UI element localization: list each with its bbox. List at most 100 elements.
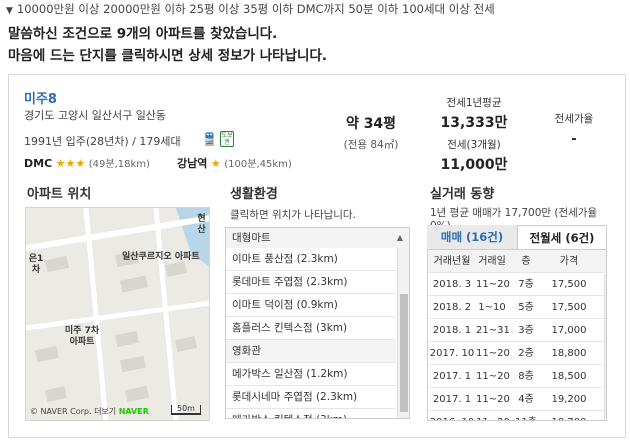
chevron-up-icon[interactable]: ▲	[397, 228, 403, 248]
deal-price: 18,500	[551, 371, 587, 382]
apartment-name[interactable]: 미주8	[24, 88, 57, 107]
deal-month: 2017. 1	[432, 394, 472, 405]
environment-hint: 클릭하면 위치가 나타납니다.	[230, 209, 356, 221]
commute-destination: DMC	[24, 157, 53, 170]
commute-meta: (100분,45km)	[224, 159, 292, 170]
map-credit-text: © NAVER Corp.	[30, 407, 92, 416]
deal-day: 11~20	[476, 279, 510, 290]
environment-scrollbar-thumb[interactable]	[400, 294, 408, 412]
deal-summary-line1: 1년 평균 매매가 17,700만 (전세가율	[430, 207, 598, 219]
environment-category-label: 대형마트	[232, 232, 271, 244]
table-row: 2018. 2 1~10 5층 17,500	[428, 296, 606, 319]
deal-price: 18,700	[544, 411, 594, 420]
deal-day: 1~10	[478, 302, 506, 313]
map-scale: 50m	[171, 405, 201, 415]
deal-month: 2018. 3	[432, 279, 472, 290]
list-item[interactable]: 홈플러스 킨텍스점 (3km)	[226, 317, 396, 340]
column-header: 거래일	[478, 256, 506, 267]
map-label-eun1: 은1차	[28, 254, 44, 275]
section-title-location: 아파트 위치	[27, 187, 92, 202]
table-row: 2017. 1 11~20 8층 18,500	[428, 365, 606, 388]
apartment-built-info: 1991년 입주(28년차) / 179세대	[24, 135, 181, 148]
list-item[interactable]: 메가박스 일산점 (1.2km)	[226, 363, 396, 386]
table-row: 2016. 1011~2011층18,700	[428, 411, 606, 420]
apartment-detail-panel: 미주8 경기도 고양시 일산서구 일산동 1991년 입주(28년차) / 17…	[8, 74, 626, 438]
naver-logo: NAVER	[118, 407, 149, 416]
environment-list[interactable]: 대형마트 ▲ 이마트 풍산점 (2.3km) 롯데마트 주엽점 (2.3km) 이마…	[225, 227, 410, 419]
list-item[interactable]: 이마트 덕이점 (0.9km)	[226, 294, 396, 317]
map-credit: © NAVER Corp. 더보기 NAVER	[30, 406, 149, 417]
list-item[interactable]: 메가박스 킨텍스점 (3km)	[226, 409, 396, 418]
deal-floor: 3층	[518, 325, 534, 336]
jeonse-prices: 전세1년평균 13,333만 전세(3개월) 11,000만	[429, 95, 519, 179]
column-header: 가격	[559, 256, 579, 267]
column-header: 층	[521, 256, 531, 267]
jeonse-ratio: 전세가율 -	[539, 111, 609, 147]
table-row: 2017. 10 11~20 2층 18,800	[428, 342, 606, 365]
train-icon: 🚆	[202, 132, 217, 146]
star-rating-icon: ★	[210, 157, 221, 170]
commute-gangnam: 강남역 ★ (100분,45km)	[177, 155, 292, 171]
section-title-deals: 실거래 동향	[430, 187, 495, 202]
map-more-link[interactable]: 더보기	[94, 407, 116, 416]
deal-price: 17,500	[551, 302, 587, 313]
walking-distance-badge-icon: 도보권	[220, 131, 234, 147]
deal-rows: 2018. 3 11~20 7층 17,500 2018. 2 1~10 5층 17,500 2…	[428, 273, 606, 420]
star-rating-icon: ★★★	[55, 157, 86, 170]
jeonse-avg-value: 13,333만	[440, 115, 508, 131]
deal-month: 2017. 1	[432, 371, 472, 382]
table-row: 2018. 1 21~31 3층 17,000	[428, 319, 606, 342]
commute-destination: 강남역	[177, 157, 208, 170]
environment-category-header: 영화관	[226, 340, 396, 363]
tab-sale[interactable]: 매매 (16건)	[427, 225, 517, 249]
section-title-environment: 생활환경	[230, 187, 278, 202]
environment-items: 이마트 풍산점 (2.3km) 롯데마트 주엽점 (2.3km) 이마트 덕이점 (…	[226, 248, 409, 418]
deal-day: 11~20	[476, 411, 510, 420]
deal-price: 17,000	[551, 325, 587, 336]
area-pyeong: 약 34평	[345, 116, 397, 132]
map-label-hyeonsan: 현산	[197, 214, 206, 235]
environment-scrollbar[interactable]	[397, 248, 409, 418]
table-row: 2017. 1 11~20 4층 19,200	[428, 388, 606, 411]
jeonse-3m-label: 전세(3개월)	[447, 139, 501, 151]
deal-floor: 5층	[518, 302, 534, 313]
deal-table[interactable]: 거래년월 거래일 층 가격 2018. 3 11~20 7층 17,500 2018. …	[427, 249, 607, 421]
deal-tabs: 매매 (16건) 전월세 (6건)	[427, 225, 607, 249]
area-exclusive: (전용 84㎡)	[343, 139, 399, 151]
deal-month: 2016. 10	[428, 411, 476, 420]
apartment-area: 약 34평 (전용 84㎡)	[331, 113, 411, 152]
map-label-ilsan-kurzio: 일산쿠르지오 아파트	[122, 252, 200, 262]
deal-month: 2018. 2	[432, 302, 472, 313]
deal-price: 19,200	[551, 394, 587, 405]
map-graphic	[26, 208, 209, 420]
commute-meta: (49분,18km)	[88, 159, 150, 170]
deal-day: 11~20	[476, 371, 510, 382]
deal-floor: 2층	[518, 348, 534, 359]
jeonse-3m-value: 11,000만	[440, 157, 508, 173]
deal-table-header: 거래년월 거래일 층 가격	[428, 250, 606, 273]
jeonse-ratio-value: -	[571, 132, 577, 147]
apartment-address: 경기도 고양시 일산서구 일산동	[24, 109, 167, 122]
list-item[interactable]: 롯데마트 주엽점 (2.3km)	[226, 271, 396, 294]
apartment-map[interactable]: 일산쿠르지오 아파트 미주 7차아파트 현산 은1차 © NAVER Corp.…	[25, 207, 210, 421]
deal-floor: 8층	[518, 371, 534, 382]
list-item[interactable]: 롯데시네마 주엽점 (2.3km)	[226, 386, 396, 409]
jeonse-ratio-label: 전세가율	[554, 113, 594, 125]
tab-rent[interactable]: 전월세 (6건)	[517, 225, 607, 249]
environment-category-dropdown[interactable]: 대형마트 ▲	[226, 228, 409, 248]
map-label-miju7: 미주 7차아파트	[64, 326, 100, 347]
jeonse-avg-label: 전세1년평균	[446, 97, 502, 109]
result-message: 말씀하신 조건으로 9개의 아파트를 찾았습니다.	[8, 26, 278, 42]
deal-day: 11~20	[476, 348, 510, 359]
deal-month: 2017. 10	[429, 348, 475, 359]
list-item[interactable]: 이마트 풍산점 (2.3km)	[226, 248, 396, 271]
deal-floor: 11층	[508, 411, 544, 420]
triangle-down-icon[interactable]: ▼	[6, 6, 13, 16]
deal-price: 17,500	[551, 279, 587, 290]
deal-price: 18,800	[551, 348, 587, 359]
search-conditions-text: 10000만원 이상 20000만원 이하 25평 이상 35평 이하 DMC까…	[16, 2, 495, 16]
commute-dmc: DMC ★★★ (49분,18km)	[24, 155, 150, 170]
column-header: 거래년월	[433, 256, 471, 267]
deal-scrollbar[interactable]	[604, 274, 606, 420]
deal-day: 21~31	[476, 325, 510, 336]
